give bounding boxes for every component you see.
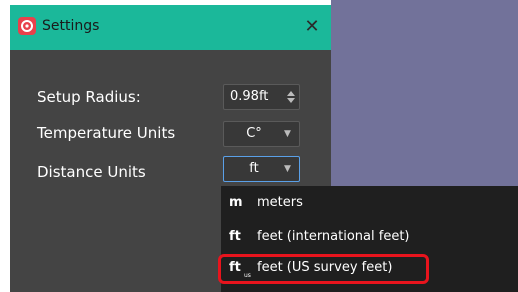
option-label: feet (international feet) [257, 229, 410, 244]
distance-units-label: Distance Units [37, 163, 146, 181]
option-label: meters [257, 195, 303, 210]
viewport-area [331, 0, 518, 186]
close-button[interactable]: ✕ [301, 16, 323, 38]
option-symbol: m [229, 195, 243, 210]
setup-radius-value: 0.98ft [230, 89, 269, 104]
chevron-down-icon: ▼ [284, 129, 291, 139]
temperature-units-value: C° [246, 126, 262, 141]
highlight-box [218, 254, 429, 284]
distance-units-combobox[interactable]: ft ▼ [223, 156, 300, 182]
setup-radius-label: Setup Radius: [37, 88, 141, 106]
setup-radius-spinbox[interactable]: 0.98ft [223, 84, 300, 110]
spin-arrows-icon[interactable] [286, 90, 296, 104]
option-meters[interactable]: m meters [221, 189, 518, 220]
app-logo-icon [18, 17, 36, 35]
close-icon: ✕ [304, 16, 320, 37]
option-symbol: ft [229, 229, 241, 244]
distance-units-value: ft [249, 161, 259, 176]
chevron-down-icon: ▼ [284, 164, 291, 174]
option-feet-international[interactable]: ft feet (international feet) [221, 223, 518, 254]
title-bar[interactable]: Settings ✕ [10, 5, 331, 50]
temperature-units-combobox[interactable]: C° ▼ [223, 121, 300, 147]
temperature-units-label: Temperature Units [37, 124, 176, 142]
window-title: Settings [42, 18, 100, 34]
